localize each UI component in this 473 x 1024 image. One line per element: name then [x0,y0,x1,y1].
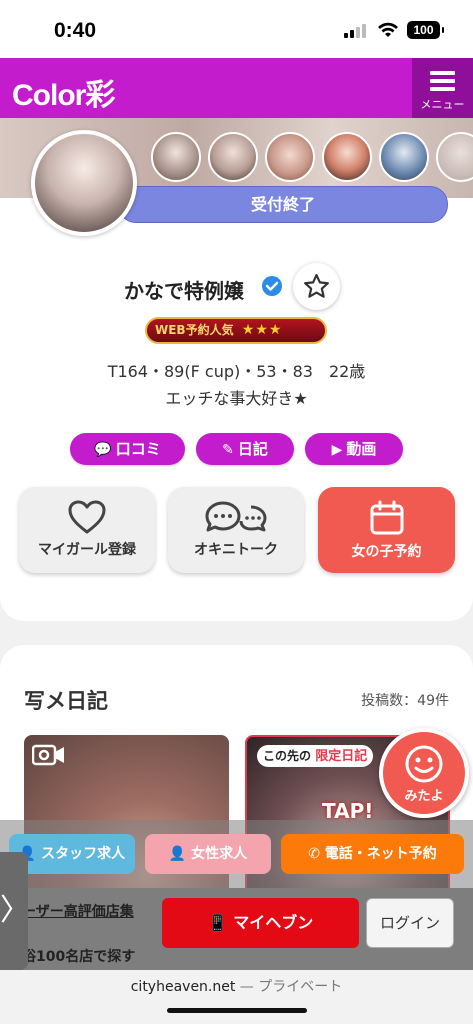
favorite-button[interactable] [293,263,340,310]
body-stats: T164・89(F cup)・53・83 22歳 [107,362,366,381]
name-row: かなで特例嬢 [0,263,473,313]
side-drawer-tab[interactable]: 〉 [0,852,30,970]
url-domain: cityheaven.net [130,979,236,995]
menu-label: メニュー [420,98,465,111]
action-buttons: マイガール登録 オキニトーク 女の子予約 [0,487,473,575]
clock: 0:40 [54,19,97,42]
avatar[interactable] [31,130,137,236]
url-separator: — [235,979,259,995]
diary-label: 日記 [237,440,268,458]
kuchikomi-chip[interactable]: 💬 口コミ [70,433,185,465]
call-reserve-button[interactable]: ✆ 電話・ネット予約 [281,834,464,874]
video-chip[interactable]: ▶ 動画 [305,433,403,465]
female-recruit-button[interactable]: 👤 女性求人 [145,834,271,874]
private-mode-label: プライベート [258,979,343,995]
login-button[interactable]: ログイン [366,898,454,948]
screen: 0:40 100 Color彩 メニュー 受付終了 かなで特例嬢 WEB予約人気… [0,0,473,1024]
site-header: Color彩 メニュー [0,58,473,118]
status-bar: 0:40 100 [0,0,473,58]
limited-prefix: この先の [263,749,312,763]
photo-thumbnail[interactable] [265,132,315,182]
myheaven-label: マイヘブン [233,913,314,932]
signal-icon [344,24,370,38]
female-recruit-label: 女性求人 [191,846,248,862]
reserve-label: 女の子予約 [351,544,422,560]
photo-thumbnail[interactable] [208,132,258,182]
profile-card: 受付終了 かなで特例嬢 WEB予約人気 ★★★ T164・89(F cup)・5… [0,118,473,621]
okini-talk-label: オキニトーク [194,542,278,558]
video-camera-icon [32,744,64,766]
mitayo-label: みたよ [404,789,444,804]
reception-status: 受付終了 [118,186,448,223]
verified-icon [262,276,282,296]
staff-recruit-label: スタッフ求人 [41,846,126,862]
video-label: 動画 [346,440,377,458]
promo-link[interactable]: ーザー高評価店集 [22,901,134,921]
site-logo[interactable]: Color彩 [12,70,115,114]
wifi-icon [378,22,398,37]
star-icon [304,273,329,298]
my-girl-label: マイガール登録 [38,542,136,558]
menu-button[interactable]: メニュー [412,58,473,118]
calendar-icon [370,500,403,535]
heart-icon [68,500,106,534]
diary-title: 写メ日記 [24,689,108,713]
diary-chip[interactable]: ✎ 日記 [196,433,294,465]
home-indicator [167,1008,307,1013]
limited-diary-label: この先の 限定日記 [257,745,374,767]
url-text: cityheaven.net — プライベート [0,976,473,996]
recruit-bar: 👤 スタッフ求人 👤 女性求人 ✆ 電話・ネット予約 [0,820,473,888]
tagline: エッチな事大好き★ [165,389,308,408]
speech-bubble-icon: 💬 [94,442,112,458]
browser-address-bar[interactable]: cityheaven.net — プライベート [0,970,473,1024]
promo-link[interactable]: 俗100名店で探す [22,946,135,966]
photo-thumbnail[interactable] [151,132,201,182]
phone-icon: ✆ [308,846,320,862]
person-icon: 👤 [168,846,187,862]
post-count: 投稿数：49件 [361,693,449,709]
kuchikomi-label: 口コミ [115,440,161,458]
video-camera-icon: ▶ [331,442,343,458]
edit-icon: ✎ [222,442,234,458]
content-chips: 💬 口コミ ✎ 日記 ▶ 動画 [0,433,473,465]
rating-stars: ★★★ [241,322,283,338]
battery-icon: 100 [407,21,444,39]
phone-heart-icon: 📱 [207,913,228,932]
myheaven-button[interactable]: 📱 マイヘブン [162,898,359,948]
web-reservation-badge: WEB予約人気 ★★★ [145,317,327,344]
girl-name: かなで特例嬢 [124,279,244,303]
my-girl-button[interactable]: マイガール登録 [19,487,155,573]
smiley-icon [405,745,443,783]
limited-title: 限定日記 [315,749,368,764]
hamburger-icon [430,71,455,95]
call-reserve-label: 電話・ネット予約 [324,846,437,862]
reserve-button[interactable]: 女の子予約 [318,487,455,573]
okini-talk-button[interactable]: オキニトーク [168,487,304,573]
badge-text: WEB予約人気 [155,323,234,337]
photo-thumbnail[interactable] [322,132,372,182]
photo-thumbnail[interactable] [379,132,429,182]
chat-bubbles-icon [205,501,267,532]
mitayo-button[interactable]: みたよ [379,728,469,818]
